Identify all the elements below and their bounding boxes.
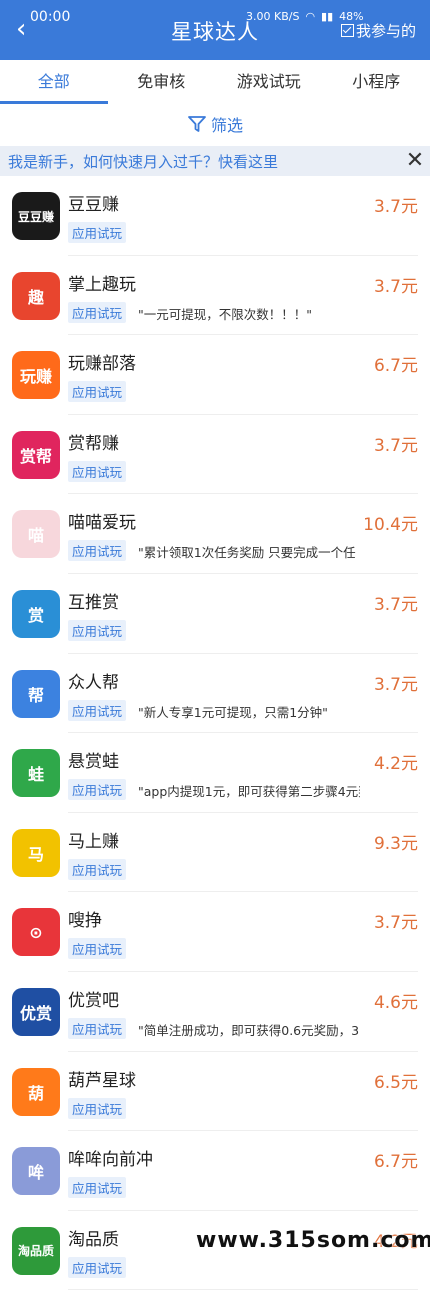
app-icon: 蛙 — [12, 749, 60, 797]
list-item[interactable]: 喵喵喵爱玩应用试玩 "累计领取1次任务奖励 只要完成一个任10.4元 — [0, 494, 430, 574]
notice-text[interactable]: 我是新手，如何快速月入过千？快看这里 — [8, 151, 400, 172]
task-description: "累计领取1次任务奖励 只要完成一个任 — [138, 542, 360, 561]
tab-bar: 全部 免审核 游戏试玩 小程序 — [0, 60, 430, 104]
app-name: 豆豆赚 — [68, 190, 119, 215]
tab-all[interactable]: 全部 — [0, 60, 108, 104]
category-tag: 应用试玩 — [68, 859, 126, 880]
app-icon: 赏 — [12, 590, 60, 638]
network-speed: 3.00 KB/S — [246, 10, 299, 23]
task-description: "新人专享1元可提现，只需1分钟" — [138, 702, 360, 721]
list-item[interactable]: 葫葫芦星球应用试玩 6.5元 — [0, 1052, 430, 1132]
task-description: "一元可提现，不限次数！！！" — [138, 304, 360, 323]
tab-no-review[interactable]: 免审核 — [108, 60, 216, 104]
app-name: 掌上趣玩 — [68, 270, 136, 295]
watermark: www.315som.com — [196, 1228, 430, 1253]
reward-price: 6.7元 — [374, 351, 418, 376]
category-tag: 应用试玩 — [68, 540, 126, 561]
list-item[interactable]: 哞哞哞向前冲应用试玩 6.7元 — [0, 1131, 430, 1211]
filter-icon — [187, 114, 207, 134]
app-icon: 趣 — [12, 272, 60, 320]
list-item[interactable]: 玩赚玩赚部落应用试玩 6.7元 — [0, 335, 430, 415]
reward-price: 4.2元 — [374, 749, 418, 774]
reward-price: 3.7元 — [374, 192, 418, 217]
app-icon: 葫 — [12, 1068, 60, 1116]
app-icon: 帮 — [12, 670, 60, 718]
app-icon: 豆豆赚 — [12, 192, 60, 240]
task-description: "app内提现1元，即可获得第二步骤4元奖 — [138, 781, 360, 800]
category-tag: 应用试玩 — [68, 1177, 126, 1198]
reward-price: 3.7元 — [374, 908, 418, 933]
app-name: 淘品质 — [68, 1225, 119, 1250]
reward-price: 9.3元 — [374, 829, 418, 854]
app-name: 嗖挣 — [68, 906, 102, 931]
tab-mini-program[interactable]: 小程序 — [323, 60, 430, 104]
reward-price: 10.4元 — [363, 510, 418, 535]
checkbox-icon — [341, 24, 354, 37]
app-name: 赏帮赚 — [68, 429, 119, 454]
reward-price: 3.7元 — [374, 431, 418, 456]
app-name: 葫芦星球 — [68, 1066, 136, 1091]
reward-price: 3.7元 — [374, 670, 418, 695]
app-icon: 优赏 — [12, 988, 60, 1036]
category-tag: 应用试玩 — [68, 1098, 126, 1119]
category-tag: 应用试玩 — [68, 1257, 126, 1278]
top-app-bar: 00:00 ‹ 星球达人 3.00 KB/S ◠ ▮▮ 48% 我参与的 — [0, 0, 430, 60]
app-name: 众人帮 — [68, 668, 119, 693]
list-item[interactable]: 蛙悬赏蛙应用试玩 "app内提现1元，即可获得第二步骤4元奖 4.2元 — [0, 733, 430, 813]
tab-game-trial[interactable]: 游戏试玩 — [215, 60, 323, 104]
category-tag: 应用试玩 — [68, 381, 126, 402]
app-icon: ⊙ — [12, 908, 60, 956]
category-tag: 应用试玩 — [68, 461, 126, 482]
list-item[interactable]: 豆豆赚豆豆赚应用试玩3.7元 — [0, 176, 430, 256]
my-joined-button[interactable]: 我参与的 — [341, 20, 416, 41]
category-tag: 应用试玩 — [68, 1018, 126, 1039]
my-joined-label: 我参与的 — [356, 20, 416, 41]
app-icon: 喵 — [12, 510, 60, 558]
list-item[interactable]: 马马上赚应用试玩 9.3元 — [0, 813, 430, 893]
app-icon: 哞 — [12, 1147, 60, 1195]
newbie-notice-bar[interactable]: 我是新手，如何快速月入过千？快看这里 ✕ — [0, 146, 430, 176]
close-icon[interactable]: ✕ — [400, 146, 430, 176]
reward-price: 3.7元 — [374, 272, 418, 297]
app-icon: 赏帮 — [12, 431, 60, 479]
category-tag: 应用试玩 — [68, 938, 126, 959]
list-item[interactable]: 赏帮赏帮赚应用试玩 3.7元 — [0, 415, 430, 495]
signal-icon: ▮▮ — [321, 10, 333, 23]
app-icon: 淘品质 — [12, 1227, 60, 1275]
filter-button[interactable]: 筛选 — [0, 112, 430, 136]
filter-label: 筛选 — [211, 112, 243, 136]
reward-price: 3.7元 — [374, 590, 418, 615]
task-description: "简单注册成功，即可获得0.6元奖励，3 — [138, 1020, 360, 1039]
category-tag: 应用试玩 — [68, 700, 126, 721]
app-name: 互推赏 — [68, 588, 119, 613]
category-tag: 应用试玩 — [68, 620, 126, 641]
app-icon: 玩赚 — [12, 351, 60, 399]
list-item[interactable]: 趣掌上趣玩应用试玩 "一元可提现，不限次数！！！" 3.7元 — [0, 256, 430, 336]
reward-price: 6.5元 — [374, 1068, 418, 1093]
app-name: 玩赚部落 — [68, 349, 136, 374]
category-tag: 应用试玩 — [68, 779, 126, 800]
list-item[interactable]: 赏互推赏应用试玩 3.7元 — [0, 574, 430, 654]
app-name: 马上赚 — [68, 827, 119, 852]
task-list: 豆豆赚豆豆赚应用试玩3.7元趣掌上趣玩应用试玩"一元可提现，不限次数！！！"3.… — [0, 176, 430, 1290]
category-tag: 应用试玩 — [68, 222, 126, 243]
app-name: 哞哞向前冲 — [68, 1145, 153, 1170]
list-item[interactable]: 帮众人帮应用试玩 "新人专享1元可提现，只需1分钟" 3.7元 — [0, 654, 430, 734]
app-name: 悬赏蛙 — [68, 747, 119, 772]
wifi-icon: ◠ — [305, 10, 315, 23]
list-item[interactable]: 优赏优赏吧应用试玩 "简单注册成功，即可获得0.6元奖励，3 4.6元 — [0, 972, 430, 1052]
reward-price: 6.7元 — [374, 1147, 418, 1172]
app-name: 优赏吧 — [68, 986, 119, 1011]
list-item[interactable]: ⊙ 嗖挣应用试玩 3.7元 — [0, 892, 430, 972]
app-icon: 马 — [12, 829, 60, 877]
category-tag: 应用试玩 — [68, 302, 126, 323]
reward-price: 4.6元 — [374, 988, 418, 1013]
app-name: 喵喵爱玩 — [68, 508, 136, 533]
